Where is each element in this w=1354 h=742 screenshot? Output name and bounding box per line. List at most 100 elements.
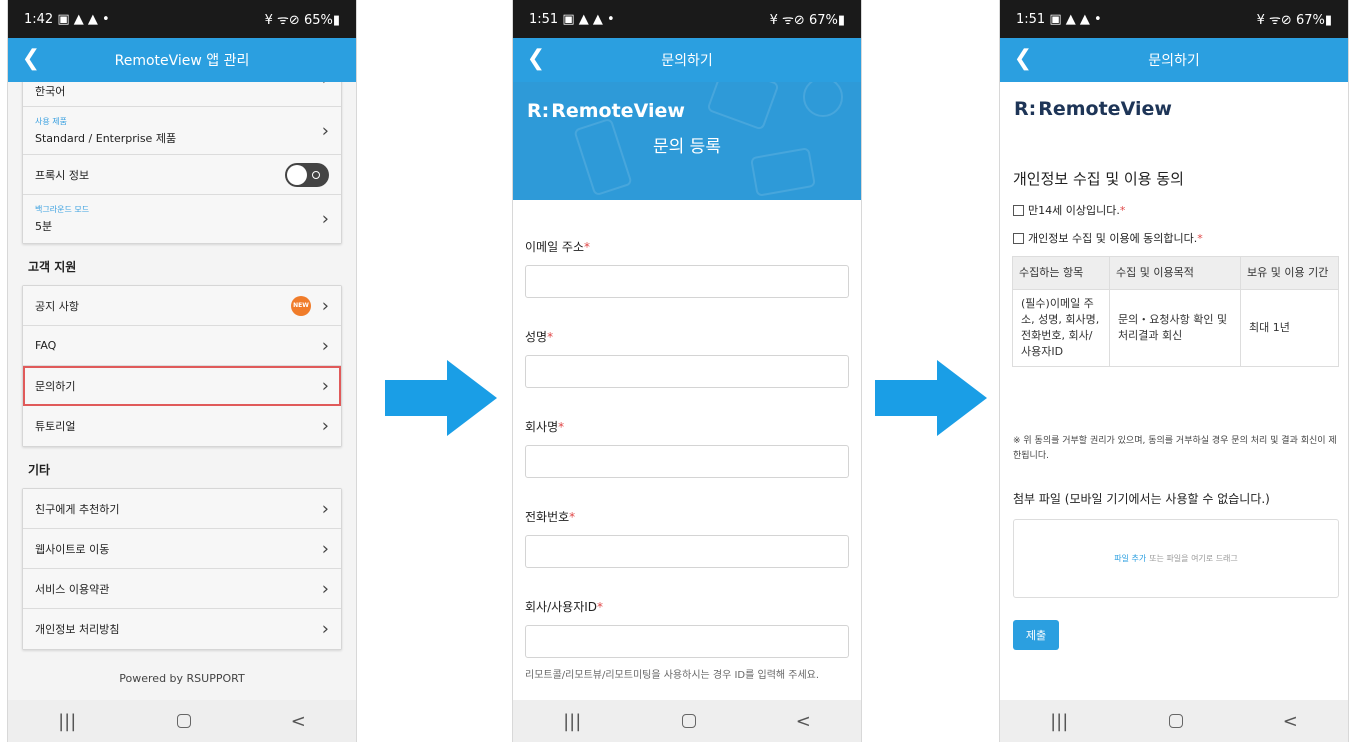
phone-label: 전화번호* xyxy=(525,510,576,524)
recents-icon[interactable]: ||| xyxy=(58,711,76,732)
status-indicators: ¥ ᯤ⊘ 67%▮ xyxy=(769,13,845,28)
add-file-link[interactable]: 파일 추가 xyxy=(1114,553,1146,564)
row-sublabel: 사용 제품 xyxy=(35,116,67,126)
inquiry-form: 이메일 주소* 성명* 회사명* 전화번호* 회사/사용자ID* 리모트콜/리모… xyxy=(513,200,861,700)
flow-arrow-icon xyxy=(385,360,497,436)
settings-row-language[interactable]: 한국어 › xyxy=(23,82,341,107)
decorative-person-shape xyxy=(803,82,843,117)
row-label: 문의하기 xyxy=(35,379,76,393)
phone-screen-privacy-consent: 1:51 ▣ ▲ ▲ • ¥ ᯤ⊘ 67%▮ ❮ 문의하기 R: RemoteV… xyxy=(999,0,1349,742)
chevron-right-icon: › xyxy=(321,415,329,437)
row-label: FAQ xyxy=(35,339,57,352)
table-row: (필수)이메일 주소, 성명, 회사명, 전화번호, 회사/사용자ID 문의・요… xyxy=(1012,289,1339,367)
phone-screen-inquiry-form: 1:51 ▣ ▲ ▲ • ¥ ᯤ⊘ 67%▮ ❮ 문의하기 R: RemoteV… xyxy=(512,0,862,742)
phone-field[interactable] xyxy=(525,535,849,568)
status-indicators: ¥ ᯤ⊘ 65%▮ xyxy=(264,13,340,28)
table-header: 수집하는 항목 xyxy=(1012,256,1110,290)
row-label: 공지 사항 xyxy=(35,299,79,313)
company-label: 회사명* xyxy=(525,420,565,434)
back-icon[interactable]: < xyxy=(796,711,811,732)
settings-row-inquiry[interactable]: 문의하기 › xyxy=(23,366,341,406)
status-time: 1:51 ▣ ▲ ▲ • xyxy=(529,11,615,27)
chevron-right-icon: › xyxy=(321,208,329,230)
settings-row-faq[interactable]: FAQ › xyxy=(23,326,341,366)
recents-icon[interactable]: ||| xyxy=(563,711,581,732)
agree-checkbox[interactable] xyxy=(1013,232,1024,244)
chevron-right-icon: › xyxy=(321,375,329,396)
consent-section: R: RemoteView 개인정보 수집 및 이용 동의 만14세 이상입니다… xyxy=(1000,82,1348,700)
company-field[interactable] xyxy=(525,445,849,478)
home-icon[interactable] xyxy=(681,714,696,728)
table-cell: 최대 1년 xyxy=(1240,289,1339,367)
back-icon[interactable]: < xyxy=(1283,711,1298,732)
row-label: 5분 xyxy=(35,220,53,233)
settings-row-product[interactable]: 사용 제품 Standard / Enterprise 제품 › xyxy=(23,107,341,155)
settings-list: 한국어 › 사용 제품 Standard / Enterprise 제품 › 프… xyxy=(8,82,356,700)
home-icon[interactable] xyxy=(1168,714,1183,728)
decorative-phone-shape xyxy=(573,117,633,197)
settings-row-tutorial[interactable]: 튜토리얼 › xyxy=(23,406,341,446)
powered-by: Powered by RSUPPORT xyxy=(119,672,245,685)
chevron-right-icon: › xyxy=(321,498,329,519)
consent-title: 개인정보 수집 및 이용 동의 xyxy=(1013,170,1184,188)
proxy-toggle[interactable] xyxy=(285,162,329,187)
table-header: 수집 및 이용목적 xyxy=(1109,256,1241,290)
status-indicators: ¥ ᯤ⊘ 67%▮ xyxy=(1256,13,1332,28)
name-label: 성명* xyxy=(525,330,554,344)
settings-row-website[interactable]: 웹사이트로 이동 › xyxy=(23,529,341,569)
remoteview-logo: R: RemoteView xyxy=(1014,98,1172,120)
new-badge: NEW xyxy=(291,295,311,316)
chevron-right-icon: › xyxy=(321,295,329,316)
chevron-right-icon: › xyxy=(321,618,329,640)
settings-row-background-mode[interactable]: 백그라운드 모드 5분 › xyxy=(23,195,341,243)
page-title: RemoteView 앱 관리 xyxy=(114,53,250,69)
age-checkbox[interactable] xyxy=(1013,204,1024,216)
status-time: 1:51 ▣ ▲ ▲ • xyxy=(1016,11,1102,27)
android-nav-bar: ||| < xyxy=(8,700,356,742)
status-time: 1:42 ▣ ▲ ▲ • xyxy=(24,11,110,27)
back-arrow-icon[interactable]: ❮ xyxy=(18,46,44,72)
chevron-right-icon: › xyxy=(321,120,329,141)
settings-row-privacy[interactable]: 개인정보 처리방침 › xyxy=(23,609,341,649)
settings-row-proxy: 프록시 정보 xyxy=(23,155,341,195)
page-title: 문의하기 xyxy=(661,53,713,69)
user-id-help-text: 리모트콜/리모트뷰/리모트미팅을 사용하시는 경우 ID를 입력해 주세요. xyxy=(525,670,820,681)
table-header: 보유 및 이용 기간 xyxy=(1240,256,1339,290)
app-settings-card: 한국어 › 사용 제품 Standard / Enterprise 제품 › 프… xyxy=(22,82,342,244)
name-field[interactable] xyxy=(525,355,849,388)
status-bar: 1:42 ▣ ▲ ▲ • ¥ ᯤ⊘ 65%▮ xyxy=(8,0,356,38)
age-checkbox-row[interactable]: 만14세 이상입니다. * xyxy=(1013,202,1125,218)
row-label: 튜토리얼 xyxy=(35,420,76,433)
settings-row-terms[interactable]: 서비스 이용약관 › xyxy=(23,569,341,609)
back-arrow-icon[interactable]: ❮ xyxy=(1010,46,1036,72)
form-hero-banner: R: RemoteView 문의 등록 xyxy=(513,82,861,200)
row-sublabel: 백그라운드 모드 xyxy=(35,205,90,214)
user-id-label: 회사/사용자ID* xyxy=(525,600,604,614)
row-label: 친구에게 추천하기 xyxy=(35,502,120,516)
app-bar: ❮ 문의하기 xyxy=(1000,38,1348,82)
file-dropzone[interactable]: 파일 추가 또는 파일을 여기로 드래그 xyxy=(1013,519,1339,598)
row-label: 한국어 xyxy=(35,84,66,98)
row-label: 프록시 정보 xyxy=(35,168,90,182)
recents-icon[interactable]: ||| xyxy=(1050,711,1068,732)
chevron-right-icon: › xyxy=(321,578,329,599)
back-icon[interactable]: < xyxy=(291,711,306,732)
submit-button[interactable]: 제출 xyxy=(1013,620,1059,650)
home-icon[interactable] xyxy=(176,714,191,728)
age-checkbox-label: 만14세 이상입니다. xyxy=(1028,204,1120,217)
agree-checkbox-row[interactable]: 개인정보 수집 및 이용에 동의합니다. * xyxy=(1013,230,1203,246)
settings-row-recommend[interactable]: 친구에게 추천하기 › xyxy=(23,489,341,529)
row-label: Standard / Enterprise 제품 xyxy=(35,131,177,145)
email-field[interactable] xyxy=(525,265,849,298)
android-nav-bar: ||| < xyxy=(513,700,861,742)
consent-notice: ※ 위 동의를 거부할 권리가 있으며, 동의를 거부하실 경우 문의 처리 및… xyxy=(1013,436,1337,461)
email-label: 이메일 주소* xyxy=(525,240,591,254)
attachment-title: 첨부 파일 (모바일 기기에서는 사용할 수 없습니다.) xyxy=(1013,492,1270,506)
section-header-support: 고객 지원 xyxy=(28,260,77,274)
settings-row-notice[interactable]: 공지 사항 NEW › xyxy=(23,286,341,326)
user-id-field[interactable] xyxy=(525,625,849,658)
row-label: 웹사이트로 이동 xyxy=(35,542,110,556)
table-header-row: 수집하는 항목 수집 및 이용목적 보유 및 이용 기간 xyxy=(1012,256,1339,290)
chevron-right-icon: › xyxy=(321,335,329,356)
back-arrow-icon[interactable]: ❮ xyxy=(523,46,549,72)
